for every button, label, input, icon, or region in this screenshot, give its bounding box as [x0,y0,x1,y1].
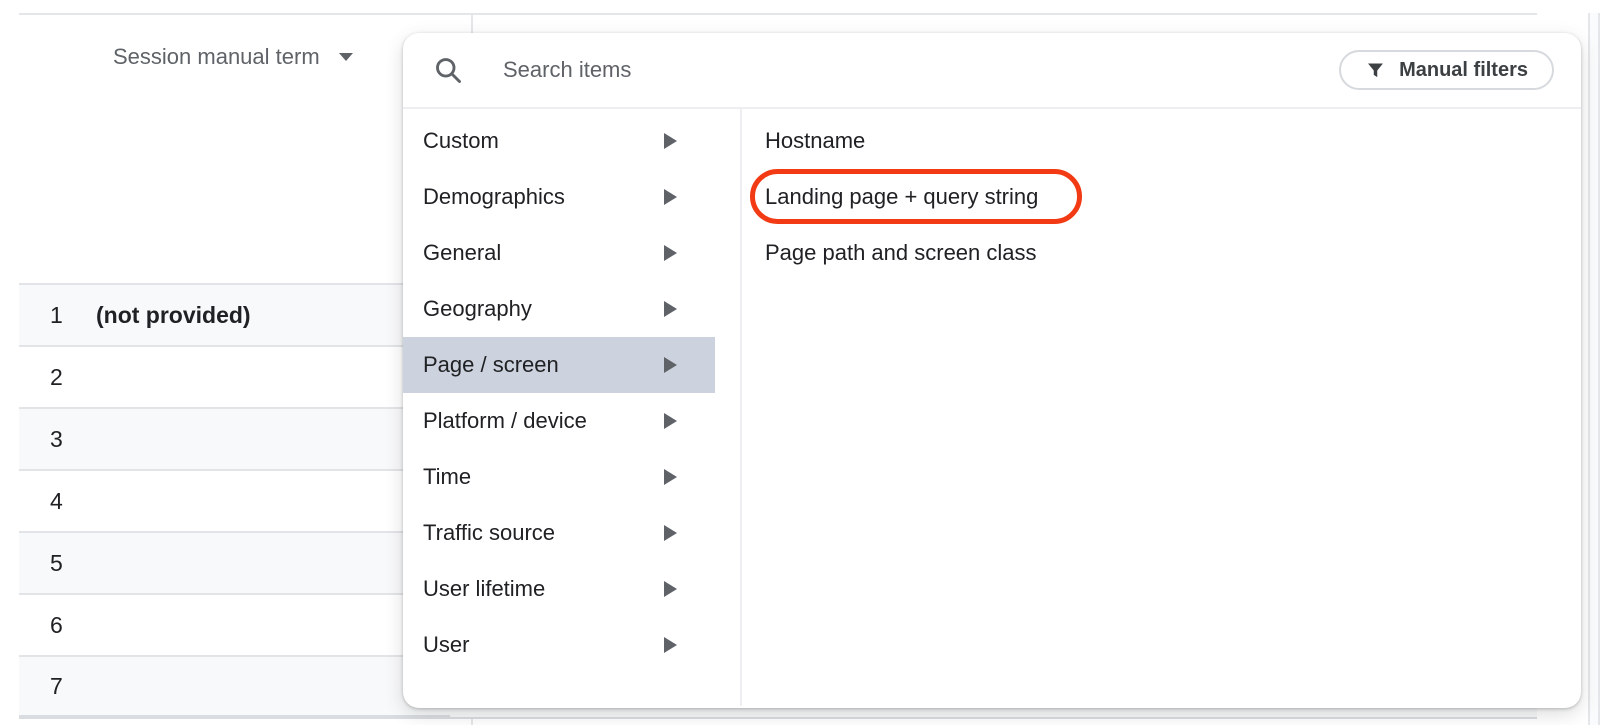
category-label: Platform / device [423,408,587,433]
dimension-picker-dialog: Manual filters Custom Demographics Gener… [403,33,1581,708]
row-index: 2 [50,363,63,390]
table-row: 1 (not provided) [19,283,450,345]
dimension-label: Hostname [765,128,866,153]
category-item-demographics[interactable]: Demographics [403,169,715,225]
chevron-right-icon [664,469,677,485]
dimension-label: Page path and screen class [765,240,1037,265]
chevron-right-icon [664,637,677,653]
row-index: 6 [50,611,63,638]
dimension-list: Hostname Landing page + query string Pag… [742,109,1581,706]
chevron-right-icon [664,133,677,149]
category-label: Page / screen [423,352,559,377]
table-row: 5 [19,531,450,593]
table-row: 3 [19,407,450,469]
category-item-geography[interactable]: Geography [403,281,715,337]
category-list: Custom Demographics General Geography Pa… [403,109,742,706]
category-label: User [423,632,470,657]
category-item-time[interactable]: Time [403,449,715,505]
chevron-right-icon [664,581,677,597]
search-input[interactable] [503,57,1340,83]
manual-filters-button[interactable]: Manual filters [1339,50,1554,90]
dimension-item-hostname[interactable]: Hostname [742,113,1581,169]
category-label: User lifetime [423,576,546,601]
category-item-platform-device[interactable]: Platform / device [403,393,715,449]
category-label: Geography [423,296,532,321]
table-header-border [19,13,1537,15]
manual-filters-label: Manual filters [1399,58,1528,81]
category-item-traffic-source[interactable]: Traffic source [403,505,715,561]
dimension-item-page-path-screen-class[interactable]: Page path and screen class [742,225,1581,281]
search-bar: Manual filters [403,33,1581,109]
table-row: 6 [19,593,450,655]
chevron-right-icon [664,525,677,541]
category-item-general[interactable]: General [403,225,715,281]
search-icon [436,58,461,83]
category-label: Custom [423,128,499,153]
column-header-session-manual-term[interactable]: Session manual term [113,40,353,74]
row-index: 4 [50,487,63,514]
row-index: 3 [50,425,63,452]
chevron-right-icon [664,245,677,261]
row-index: 7 [50,672,63,699]
table-row: 2 [19,345,450,407]
table-column-divider-top [471,13,473,33]
category-item-page-screen[interactable]: Page / screen [403,337,715,393]
category-label: General [423,240,502,265]
category-label: Demographics [423,184,565,209]
table-row: 7 [19,655,450,717]
dimension-label: Landing page + query string [765,184,1039,209]
picker-body: Custom Demographics General Geography Pa… [403,109,1581,706]
chevron-right-icon [664,301,677,317]
chevron-right-icon [664,413,677,429]
filter-funnel-icon [1368,63,1384,77]
row-index: 1 [50,301,63,328]
category-label: Traffic source [423,520,556,545]
category-item-custom[interactable]: Custom [403,113,715,169]
column-header-label: Session manual term [113,44,320,69]
category-item-user[interactable]: User [403,617,715,673]
chevron-right-icon [664,357,677,373]
chevron-right-icon [664,189,677,205]
dimension-item-landing-page-query-string[interactable]: Landing page + query string [742,169,1581,225]
table-row: 4 [19,469,450,531]
row-index: 5 [50,549,63,576]
category-label: Time [423,464,472,489]
scrollbar-track[interactable] [1588,13,1600,725]
row-dimension-value: (not provided) [96,301,251,328]
category-item-user-lifetime[interactable]: User lifetime [403,561,715,617]
caret-down-icon [338,53,353,61]
report-table: 1 (not provided) 2 3 4 5 6 7 [19,283,450,717]
